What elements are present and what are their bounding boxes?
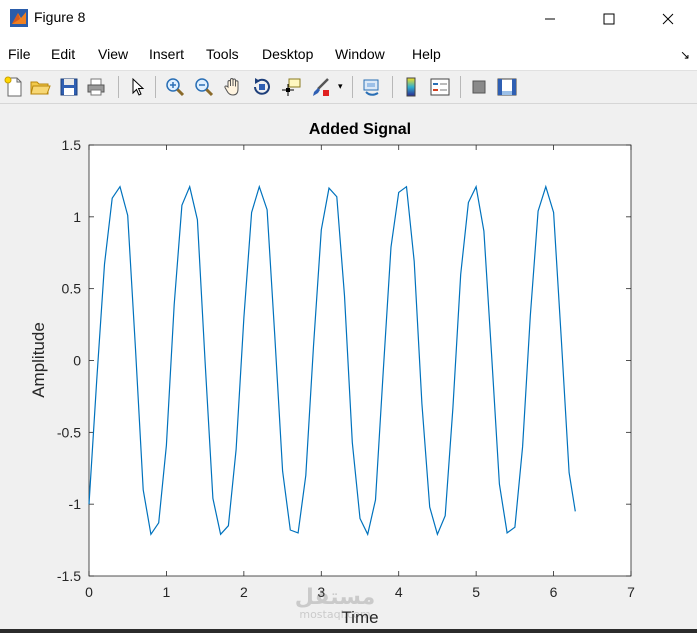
line-chart[interactable]: 0 1 2 3 4 5 6 7-1.5-1-0.500.511.5 Added Signal …	[0, 104, 697, 629]
menu-view[interactable]: View	[98, 46, 128, 62]
toolbar-separator	[118, 76, 119, 98]
y-axis-label: Amplitude	[29, 322, 48, 398]
window-bottom-border	[0, 629, 697, 633]
toolbar-separator	[460, 76, 461, 98]
insert-legend-icon[interactable]	[429, 76, 451, 98]
x-tick-label: 1	[163, 584, 171, 600]
watermark-subtext: mostaql.com	[299, 608, 370, 621]
new-figure-icon[interactable]	[3, 76, 25, 98]
zoom-in-icon[interactable]	[164, 76, 186, 98]
menu-bar: File Edit View Insert Tools Desktop Wind…	[0, 38, 697, 71]
x-tick-label: 6	[550, 584, 558, 600]
zoom-out-icon[interactable]	[193, 76, 215, 98]
maximize-button[interactable]	[586, 0, 632, 38]
y-tick-label: 0.5	[62, 281, 82, 297]
y-tick-label: -1	[69, 496, 82, 512]
dock-arrow-icon[interactable]: ↘	[680, 48, 690, 62]
toolbar-separator	[352, 76, 353, 98]
close-button[interactable]	[645, 0, 691, 38]
hide-plot-tools-icon[interactable]	[468, 76, 490, 98]
menu-file[interactable]: File	[8, 46, 31, 62]
close-icon	[662, 13, 674, 25]
menu-window[interactable]: Window	[335, 46, 385, 62]
save-icon[interactable]	[58, 76, 80, 98]
x-tick-label: 0	[85, 584, 93, 600]
minimize-button[interactable]	[527, 0, 573, 38]
maximize-icon	[603, 13, 615, 25]
title-bar: Figure 8	[0, 0, 697, 38]
brush-dropdown-icon[interactable]: ▾	[338, 81, 343, 92]
link-plot-icon[interactable]	[361, 76, 383, 98]
chart-title: Added Signal	[309, 121, 411, 138]
minimize-icon	[545, 18, 555, 20]
toolbar: ▾	[0, 71, 697, 104]
y-tick-label: 0	[73, 353, 81, 369]
x-tick-label: 7	[627, 584, 635, 600]
select-arrow-icon[interactable]	[126, 76, 148, 98]
x-tick-label: 4	[395, 584, 403, 600]
menu-tools[interactable]: Tools	[206, 46, 239, 62]
x-tick-label: 5	[472, 584, 480, 600]
watermark-text: مستقل	[295, 585, 375, 610]
y-tick-label: 1	[73, 209, 81, 225]
menu-insert[interactable]: Insert	[149, 46, 184, 62]
y-tick-label: -1.5	[57, 568, 81, 584]
pan-hand-icon[interactable]	[222, 76, 244, 98]
menu-edit[interactable]: Edit	[51, 46, 75, 62]
y-tick-label: -0.5	[57, 424, 81, 440]
data-cursor-icon[interactable]	[280, 76, 302, 98]
matlab-logo-icon	[10, 9, 28, 27]
watermark: مستقل mostaql.com	[295, 585, 375, 621]
toolbar-separator	[155, 76, 156, 98]
menu-help[interactable]: Help	[412, 46, 441, 62]
figure-canvas: 0 1 2 3 4 5 6 7 -1.5 -1 -0.5 0 0.5 1 1.5 Added Signal …	[0, 104, 697, 633]
menu-desktop[interactable]: Desktop	[262, 46, 313, 62]
brush-icon[interactable]	[310, 76, 332, 98]
x-tick-label: 2	[240, 584, 248, 600]
print-icon[interactable]	[85, 76, 107, 98]
open-file-icon[interactable]	[29, 76, 51, 98]
insert-colorbar-icon[interactable]	[400, 76, 422, 98]
rotate-3d-icon[interactable]	[251, 76, 273, 98]
axes-box	[88, 144, 632, 577]
toolbar-separator	[392, 76, 393, 98]
y-tick-label: 1.5	[62, 137, 82, 153]
window-title: Figure 8	[34, 9, 86, 25]
show-plot-tools-icon[interactable]	[496, 76, 518, 98]
